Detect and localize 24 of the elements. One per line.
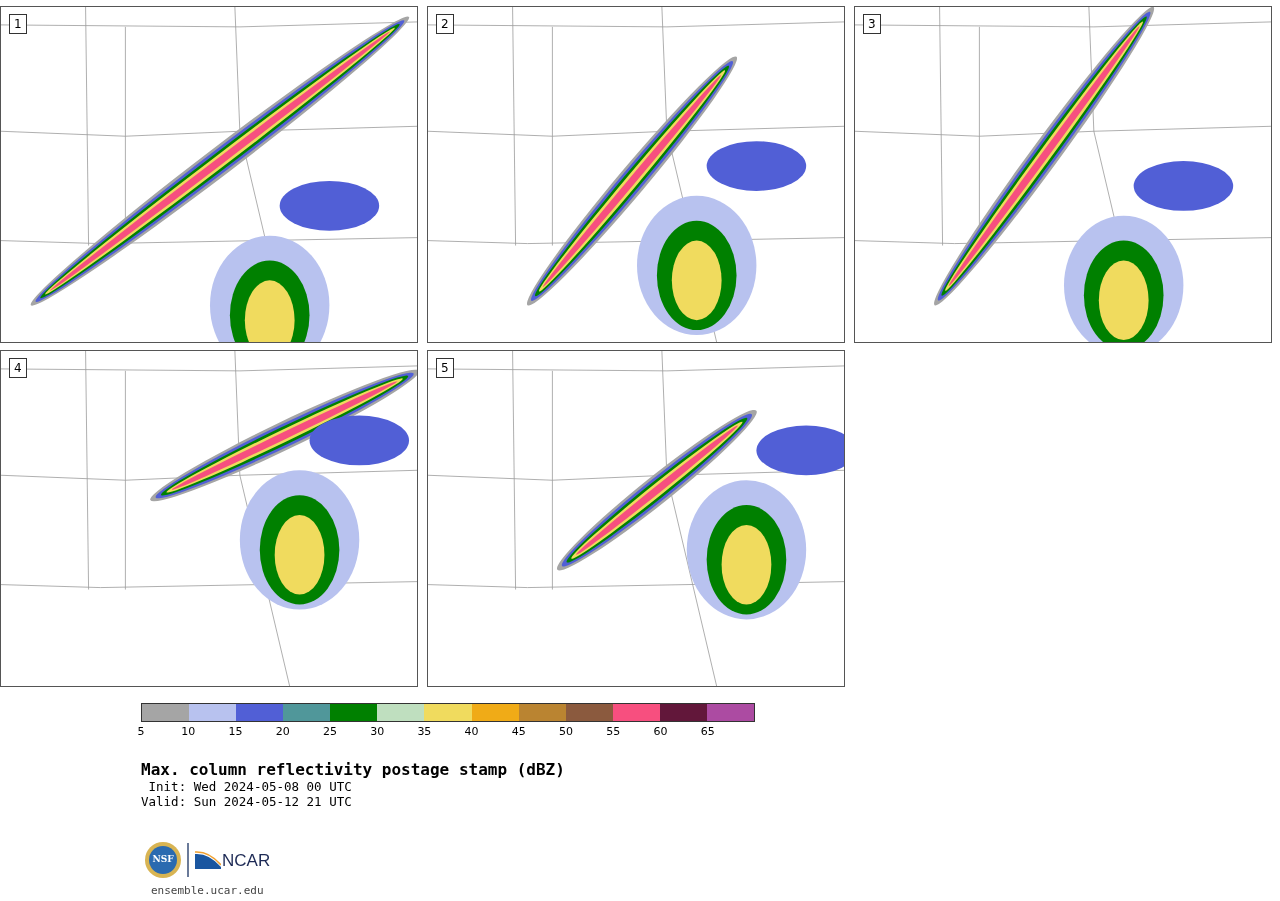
init-time: Init: Wed 2024-05-08 00 UTC xyxy=(147,779,353,794)
panel-number: 2 xyxy=(436,14,454,34)
scale-tick-label: 40 xyxy=(464,725,479,738)
scale-tick-label: 10 xyxy=(181,725,196,738)
scale-tick-label: 25 xyxy=(322,725,337,738)
panel-number: 5 xyxy=(436,358,454,378)
chart-title: Max. column reflectivity postage stamp (dBZ) xyxy=(141,761,566,779)
panel-number: 1 xyxy=(9,14,27,34)
scale-tick-label: 30 xyxy=(370,725,385,738)
scale-tick-label: 35 xyxy=(417,725,432,738)
scale-tick-label: 50 xyxy=(559,725,574,738)
panel-number: 3 xyxy=(863,14,881,34)
scale-tick-label: 65 xyxy=(700,725,715,738)
organization-logo: NCAR xyxy=(195,851,271,869)
valid-time: Valid: Sun 2024-05-12 21 UTC xyxy=(141,794,353,809)
scale-tick-label: 60 xyxy=(653,725,668,738)
seal-logo-text: NSF xyxy=(152,853,174,867)
scale-tick-label: 45 xyxy=(511,725,526,738)
panel-number: 4 xyxy=(9,358,27,378)
scale-tick-label: 20 xyxy=(275,725,290,738)
website-url: ensemble.ucar.edu xyxy=(151,883,265,899)
scale-tick-label: 55 xyxy=(606,725,621,738)
scale-tick-label: 5 xyxy=(137,725,145,738)
scale-tick-label: 15 xyxy=(228,725,243,738)
